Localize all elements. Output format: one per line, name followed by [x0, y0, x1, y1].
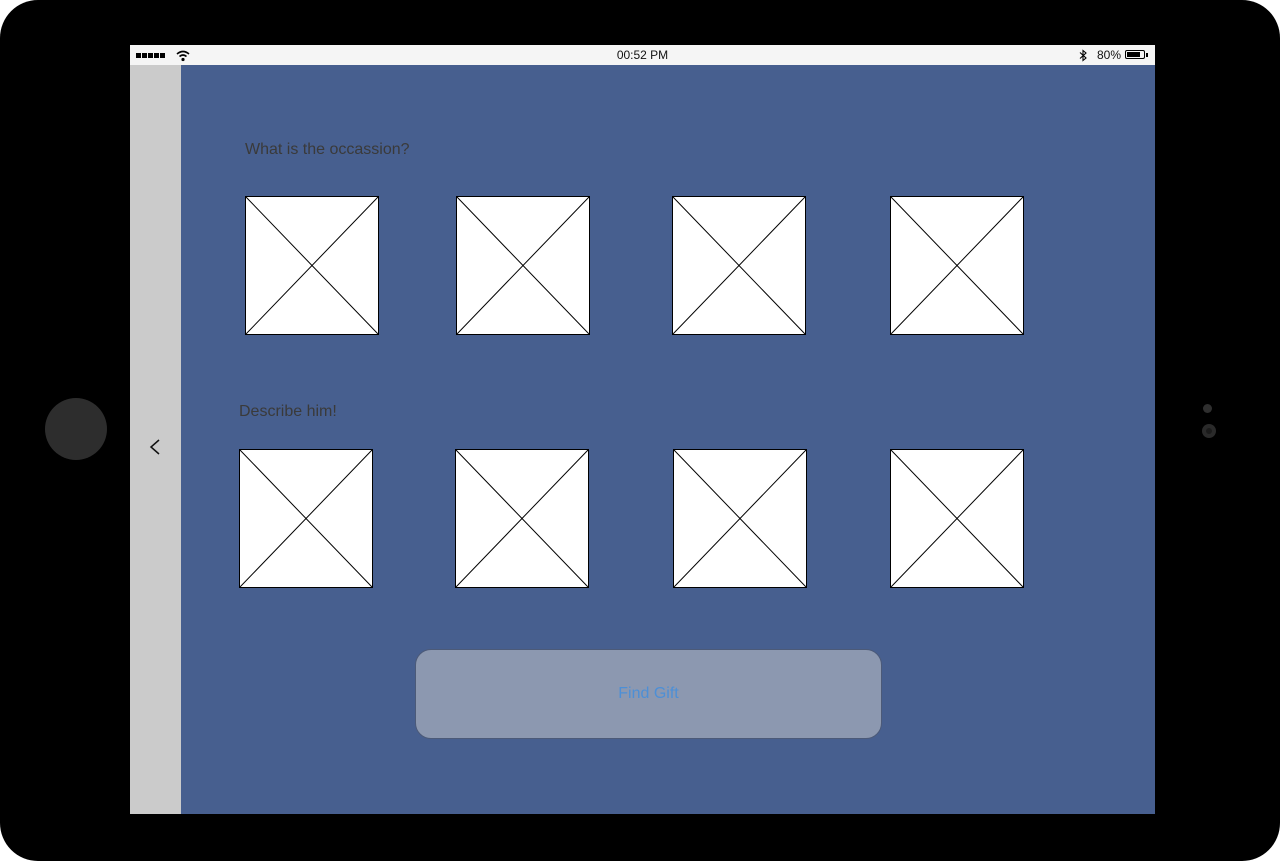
tablet-frame: 00:52 PM 80% What is the occassion? Desc…	[0, 0, 1280, 861]
trait-option-1[interactable]	[239, 449, 373, 588]
status-bar: 00:52 PM 80%	[130, 45, 1155, 65]
camera-lens	[1202, 424, 1216, 438]
sensor-dot	[1203, 404, 1212, 413]
chevron-left-icon[interactable]	[146, 432, 164, 462]
battery-level-fill	[1127, 52, 1140, 57]
occasion-option-1[interactable]	[245, 196, 379, 335]
status-time: 00:52 PM	[616, 48, 669, 62]
trait-option-3[interactable]	[673, 449, 807, 588]
bluetooth-icon	[1079, 49, 1087, 62]
battery-icon	[1125, 50, 1145, 59]
image-placeholder-icon	[891, 197, 1023, 334]
image-placeholder-icon	[456, 450, 588, 587]
trait-option-4[interactable]	[890, 449, 1024, 588]
occasion-option-2[interactable]	[456, 196, 590, 335]
describe-him-label: Describe him!	[239, 403, 337, 420]
home-button[interactable]	[45, 398, 107, 460]
occasion-option-4[interactable]	[890, 196, 1024, 335]
image-placeholder-icon	[891, 450, 1023, 587]
image-placeholder-icon	[240, 450, 372, 587]
battery-percentage: 80%	[1097, 48, 1122, 62]
find-gift-button[interactable]: Find Gift	[415, 649, 882, 739]
image-placeholder-icon	[674, 450, 806, 587]
image-placeholder-icon	[246, 197, 378, 334]
image-placeholder-icon	[457, 197, 589, 334]
side-panel	[130, 65, 181, 814]
trait-option-2[interactable]	[455, 449, 589, 588]
app-screen: 00:52 PM 80% What is the occassion? Desc…	[130, 45, 1155, 814]
occasion-question-label: What is the occassion?	[245, 141, 410, 158]
occasion-option-3[interactable]	[672, 196, 806, 335]
image-placeholder-icon	[673, 197, 805, 334]
battery-nub	[1146, 53, 1148, 57]
